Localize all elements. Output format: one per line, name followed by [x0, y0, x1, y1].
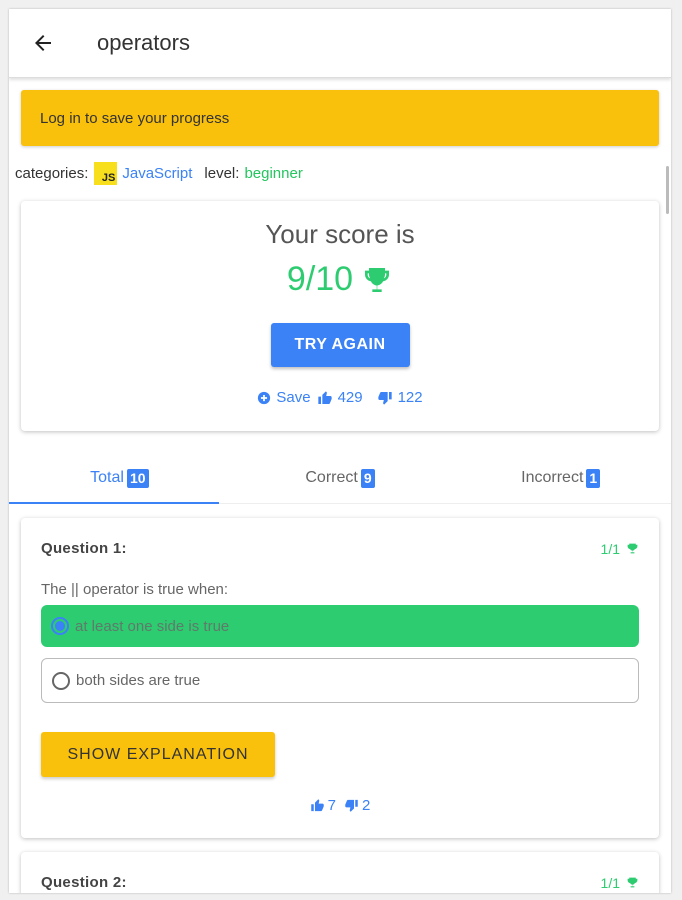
- tab-count-badge: 10: [126, 468, 149, 488]
- trophy-icon: [627, 877, 638, 888]
- answer-option[interactable]: both sides are true: [41, 658, 639, 703]
- page-title: operators: [97, 30, 190, 55]
- app-bar: operators: [9, 9, 671, 78]
- question-points: 1/1: [601, 875, 639, 891]
- category-link[interactable]: JavaScript: [122, 165, 192, 182]
- question-like-button[interactable]: 7: [310, 797, 336, 814]
- app-frame: operators Log in to save your progress c…: [9, 9, 671, 893]
- javascript-logo-icon: JS: [94, 161, 118, 185]
- content[interactable]: Log in to save your progress categories:…: [9, 78, 671, 893]
- radio-button-checked[interactable]: [51, 617, 69, 635]
- answer-option-selected[interactable]: at least one side is true: [41, 605, 639, 647]
- tab-incorrect[interactable]: Incorrect 1: [450, 453, 671, 503]
- scrollbar[interactable]: [666, 166, 669, 214]
- back-button[interactable]: [31, 30, 57, 56]
- tab-total[interactable]: Total 10: [9, 453, 230, 503]
- dislike-count: 122: [397, 389, 423, 406]
- tab-label: Correct: [305, 469, 358, 486]
- dislike-button[interactable]: 122: [377, 389, 423, 406]
- level-label: level:: [204, 164, 240, 182]
- radio-button[interactable]: [52, 671, 70, 690]
- question-points-value: 1/1: [600, 540, 620, 557]
- thumbs-up-icon: [310, 799, 324, 812]
- score-card: Your score is 9/10 TRY AGAIN Save 429 12…: [21, 201, 659, 431]
- login-banner-text: Log in to save your progress: [40, 109, 230, 127]
- quiz-actions: Save 429 122: [257, 389, 423, 406]
- tab-label: Incorrect: [521, 469, 584, 486]
- level-value[interactable]: beginner: [244, 165, 302, 182]
- thumbs-up-icon: [317, 390, 332, 404]
- question-card: Question 1: 1/1 The || operator is true …: [21, 518, 659, 838]
- plus-circle-icon: [258, 391, 271, 404]
- trophy-icon: [365, 267, 390, 292]
- thumbs-down-icon: [345, 799, 358, 812]
- question-text: The || operator is true when:: [41, 581, 229, 598]
- quiz-meta: categories: JS JavaScript level: beginne…: [9, 161, 671, 185]
- tab-count-badge: 9: [360, 468, 375, 488]
- question-dislike-count: 2: [362, 797, 371, 814]
- like-count: 429: [337, 389, 363, 406]
- question-points-value: 1/1: [600, 874, 620, 891]
- answer-option-label: both sides are true: [76, 672, 201, 689]
- tab-count-badge: 1: [586, 468, 601, 488]
- thumbs-down-icon: [377, 391, 392, 405]
- back-arrow-icon: [35, 35, 51, 51]
- active-tab-indicator: [9, 502, 219, 504]
- question-points: 1/1: [601, 541, 639, 557]
- question-title: Question 2:: [41, 874, 127, 891]
- question-votes: 7 2: [41, 797, 639, 814]
- question-like-count: 7: [327, 797, 336, 814]
- question-header: Question 1: 1/1: [41, 518, 639, 557]
- categories-label: categories:: [15, 164, 89, 182]
- tab-correct[interactable]: Correct 9: [230, 453, 451, 503]
- question-header: Question 2: 1/1: [41, 852, 639, 891]
- tab-label: Total: [90, 469, 124, 486]
- question-dislike-button[interactable]: 2: [344, 797, 370, 814]
- try-again-button[interactable]: TRY AGAIN: [270, 323, 410, 367]
- trophy-icon: [627, 543, 638, 554]
- login-banner[interactable]: Log in to save your progress: [21, 90, 659, 146]
- save-button[interactable]: Save: [257, 389, 311, 406]
- score-heading: Your score is: [265, 219, 415, 249]
- show-explanation-button[interactable]: SHOW EXPLANATION: [41, 732, 275, 777]
- score-value-row: 9/10: [287, 260, 393, 299]
- question-title: Question 1:: [41, 540, 127, 557]
- result-tabs: Total 10 Correct 9 Incorrect 1: [9, 453, 671, 504]
- save-label: Save: [276, 389, 311, 406]
- like-button[interactable]: 429: [317, 389, 363, 406]
- score-value: 9/10: [286, 260, 354, 298]
- answer-option-label: at least one side is true: [75, 617, 230, 635]
- question-card: Question 2: 1/1: [21, 852, 659, 893]
